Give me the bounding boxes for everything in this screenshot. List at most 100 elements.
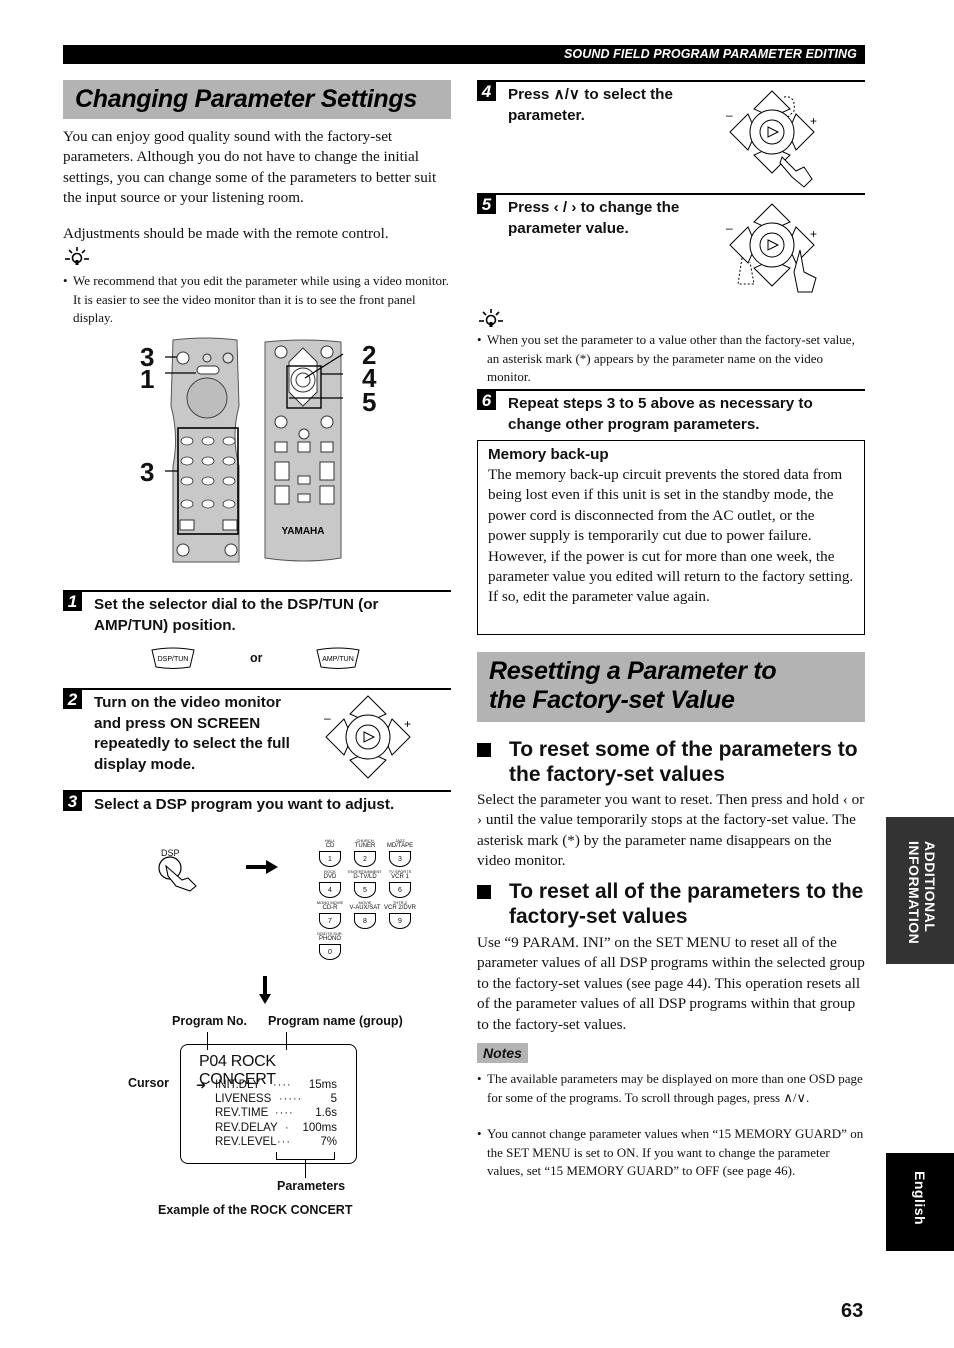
down-arrow-icon [259, 976, 271, 1004]
osd-parameter-row: REV.DELAY · 100ms [215, 1121, 337, 1135]
keypad-key-button: 1 [319, 851, 341, 867]
step-divider [477, 389, 865, 391]
cursor-pad-left-right-icon: – + [726, 203, 817, 293]
remote-note: Adjustments should be made with the remo… [63, 225, 389, 242]
keypad-key-label: TUNER [354, 843, 376, 849]
subsection-body-reset-some: Select the parameter you want to reset. … [477, 791, 865, 870]
note-item: You cannot change parameter values when … [477, 1125, 865, 1181]
osd-parameter-value: 100ms [302, 1121, 337, 1134]
keypad-key-label: PHONO [318, 936, 341, 942]
osd-screen-example: P04 ROCK CONCERT ➜ INIT.DLY ···· 15ms LIVEN… [180, 1044, 357, 1164]
dsp-tun-selector-icon: DSP/TUN [151, 647, 195, 669]
osd-parameter-value: 5 [330, 1093, 337, 1106]
page-title: Changing Parameter Settings [75, 85, 417, 113]
keypad-key-button: 2 [354, 851, 376, 867]
osd-parameter-name: REV.TIME [215, 1107, 269, 1120]
subsection-body-reset-all: Use “9 PARAM. INI” on the SET MENU to re… [477, 934, 865, 1033]
or-label: or [250, 651, 263, 665]
step-number-3: 3 [63, 792, 82, 811]
svg-text:–: – [726, 221, 733, 235]
keypad-key: ENTERTAINMENT D-TV/LD 5 [348, 869, 382, 899]
intro-paragraph: You can enjoy good quality sound with th… [63, 128, 437, 207]
dsp-button-press-icon [158, 856, 197, 892]
osd-caption: Example of the ROCK CONCERT [158, 1203, 353, 1217]
cursor-arrow-icon: ➜ [196, 1078, 207, 1092]
step-divider [63, 590, 451, 592]
cursor-pad-icon: – + [324, 695, 411, 779]
osd-parameter-value: 15ms [308, 1079, 337, 1091]
keypad-key-button: 7 [319, 913, 341, 929]
program-name-label: Program name (group) [268, 1014, 403, 1028]
keypad-key-button: 4 [319, 882, 341, 898]
step-divider [63, 688, 451, 690]
tip-lightbulb-icon [65, 247, 89, 265]
keypad-key: MOVIE V-AUX/SAT 8 [348, 900, 382, 930]
remote-control-illustration: YAMAHA [165, 337, 344, 563]
section-title: SOUND FIELD PROGRAM PARAMETER EDITING [563, 47, 857, 61]
osd-parameter-value: 1.6s [315, 1107, 337, 1120]
keypad-key-label: V-AUX/SAT [349, 905, 381, 911]
osd-leader-dots: ··· [277, 1135, 291, 1148]
keypad-key-label: MD/TAPE [386, 843, 414, 849]
tip-lightbulb-icon [479, 309, 503, 327]
section-title-band: Resetting a Parameter to the Factory-set… [477, 652, 865, 722]
dsp-keypad: HALL CD 1 CHURCH TUNER 2 JAZZ MD/TAPE 3 ROCK DVD 4 E… [313, 838, 418, 960]
step-divider [63, 790, 451, 792]
step-number-5: 5 [477, 195, 496, 214]
osd-parameter-row: LIVENESS ····· 5 [215, 1092, 337, 1106]
osd-parameter-row: INIT.DLY ···· 15ms [215, 1078, 337, 1092]
callout-5: 5 [362, 387, 377, 417]
memory-backup-heading: Memory back-up [488, 446, 609, 463]
parameters-bracket [276, 1152, 335, 1160]
notes-label: Notes [477, 1043, 528, 1063]
leader-line [305, 1160, 306, 1178]
keypad-key-label: CD [325, 843, 335, 849]
memory-backup-box: Memory back-up The memory back-up circui… [477, 440, 865, 635]
step-4-text: Press ∧/∨ to select the parameter. [508, 86, 673, 124]
osd-leader-dots: ···· [273, 1079, 292, 1091]
keypad-key: ROCK DVD 4 [313, 869, 347, 899]
keypad-key: CHURCH TUNER 2 [348, 838, 382, 868]
osd-parameter-name: REV.LEVEL [215, 1135, 277, 1148]
reset-section-title: Resetting a Parameter to the Factory-set… [489, 657, 777, 714]
keypad-key: THTR-2 VCR 2/DVR 9 [383, 900, 417, 930]
subsection-heading-reset-some: To reset some of the parameters to the f… [477, 738, 865, 787]
step-number-6: 6 [477, 391, 496, 410]
side-tab-section-label: ADDITIONAL INFORMATION [906, 841, 938, 945]
tip-bullet: We recommend that you edit the parameter… [63, 272, 451, 328]
keypad-key-button: 3 [389, 851, 411, 867]
step-divider [477, 80, 865, 82]
tip-bullet: When you set the parameter to a value ot… [477, 331, 865, 387]
step-2-text: Turn on the video monitor and press ON S… [94, 694, 290, 773]
keypad-key: MONO MOVIE CD-R 7 [313, 900, 347, 930]
keypad-key-label: DVD [323, 874, 337, 880]
cursor-pad-up-down-icon: – + [726, 90, 817, 188]
subsection-heading-reset-all: To reset all of the parameters to the fa… [477, 880, 865, 929]
side-tab-language-label: English [912, 1171, 928, 1226]
svg-text:DSP/TUN: DSP/TUN [158, 656, 189, 663]
section-title-band: Changing Parameter Settings [63, 80, 451, 119]
keypad-key: HALL CD 1 [313, 838, 347, 868]
memory-backup-body: The memory back-up circuit prevents the … [488, 466, 854, 606]
osd-parameter-row: REV.TIME ···· 1.6s [215, 1106, 337, 1120]
osd-leader-dots: · [285, 1121, 290, 1134]
keypad-key: JAZZ MD/TAPE 3 [383, 838, 417, 868]
keypad-key-label: VCR 1 [391, 874, 409, 880]
callout-3-bottom: 3 [140, 457, 155, 487]
page-number: 63 [841, 1300, 864, 1322]
osd-parameter-value: 7% [320, 1135, 337, 1148]
side-tab-language: English [886, 1153, 954, 1251]
keypad-key-button: 6 [389, 882, 411, 898]
svg-text:+: + [810, 114, 817, 128]
step-5-text: Press ‹ / › to change the parameter valu… [508, 199, 680, 237]
osd-parameter-name: REV.DELAY [215, 1121, 278, 1134]
step-number-1: 1 [63, 592, 82, 611]
keypad-key: TV SPORTS VCR 16 [383, 869, 417, 899]
step-6-text: Repeat steps 3 to 5 above as necessary t… [508, 395, 813, 433]
svg-text:–: – [324, 711, 331, 725]
running-header: SOUND FIELD PROGRAM PARAMETER EDITING [63, 45, 865, 64]
keypad-key-button: 8 [354, 913, 376, 929]
svg-text:+: + [404, 717, 411, 731]
callout-1: 1 [140, 364, 155, 394]
note-item: The available parameters may be displaye… [477, 1070, 865, 1107]
